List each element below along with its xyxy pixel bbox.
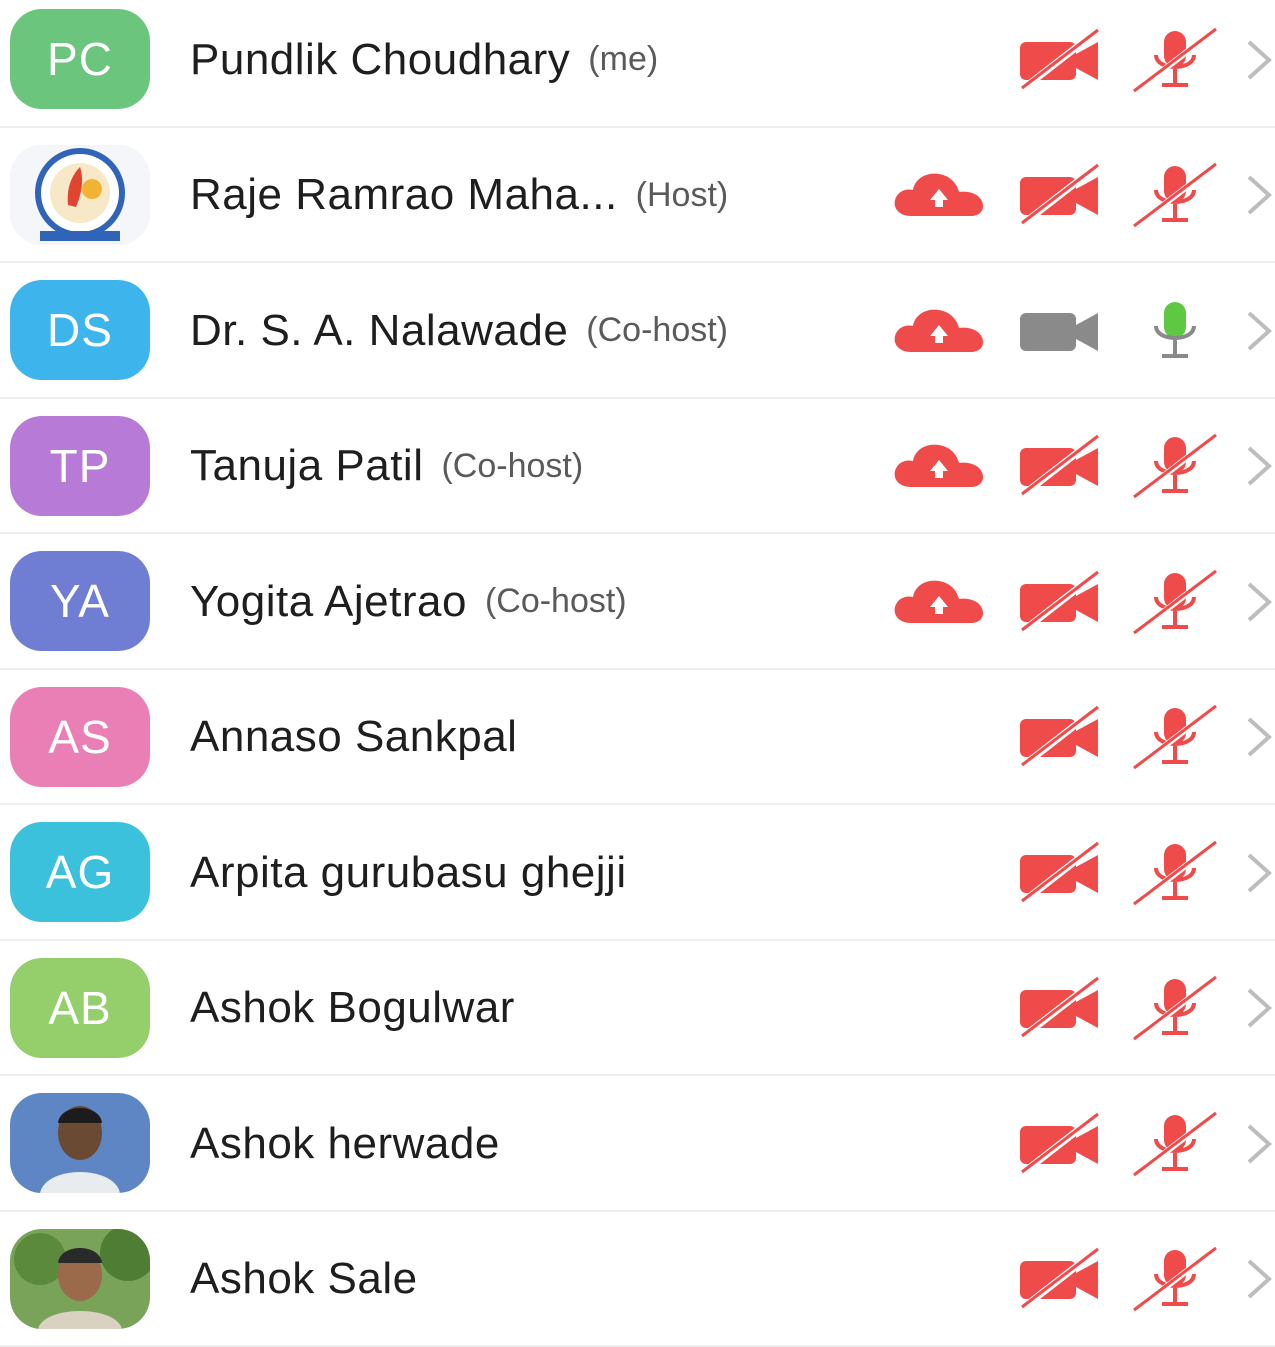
mic-active-icon	[1130, 263, 1220, 398]
video-off-icon	[1015, 1212, 1105, 1347]
participant-role: (Co-host)	[441, 447, 583, 486]
cloud-record-icon	[893, 128, 985, 263]
participant-name-line: Arpita gurubasu ghejji	[190, 805, 627, 940]
participant-name-line: Pundlik Choudhary (me)	[190, 0, 658, 127]
participant-name-line: Annaso Sankpal	[190, 670, 517, 805]
cloud-record-icon	[893, 534, 985, 669]
avatar-initials: AS	[48, 710, 111, 764]
video-icon	[1015, 263, 1105, 398]
participant-name-line: Dr. S. A. Nalawade (Co-host)	[190, 263, 728, 398]
video-off-icon	[1015, 128, 1105, 263]
mic-muted-icon	[1130, 805, 1220, 940]
avatar-initials: PC	[47, 32, 113, 86]
mic-muted-icon	[1130, 1212, 1220, 1347]
avatar-initials: DS	[47, 303, 113, 357]
avatar: TP	[10, 416, 150, 516]
cloud-record-icon	[893, 399, 985, 534]
participants-list: PC Pundlik Choudhary (me) Raje Ramrao Maha.…	[0, 0, 1275, 1347]
video-off-icon	[1015, 1076, 1105, 1211]
mic-muted-icon	[1130, 1076, 1220, 1211]
participant-name: Ashok Sale	[190, 1254, 418, 1304]
video-off-icon	[1015, 670, 1105, 805]
avatar-initials: TP	[50, 439, 111, 493]
avatar: YA	[10, 551, 150, 651]
avatar: AS	[10, 687, 150, 787]
mic-muted-icon	[1130, 941, 1220, 1076]
participant-name: Yogita Ajetrao	[190, 577, 467, 627]
participant-name-line: Tanuja Patil (Co-host)	[190, 399, 583, 534]
video-off-icon	[1015, 0, 1105, 127]
video-off-icon	[1015, 941, 1105, 1076]
avatar	[10, 1093, 150, 1193]
video-off-icon	[1015, 534, 1105, 669]
participant-name: Annaso Sankpal	[190, 712, 517, 762]
chevron-right-icon[interactable]	[1240, 941, 1275, 1076]
avatar	[10, 1229, 150, 1329]
participant-name: Ashok herwade	[190, 1119, 500, 1169]
participant-name-line: Ashok herwade	[190, 1076, 500, 1211]
chevron-right-icon[interactable]	[1240, 128, 1275, 263]
participant-name-line: Raje Ramrao Maha... (Host)	[190, 128, 728, 263]
participant-name-line: Ashok Sale	[190, 1212, 418, 1347]
mic-muted-icon	[1130, 534, 1220, 669]
chevron-right-icon[interactable]	[1240, 1076, 1275, 1211]
participant-name: Pundlik Choudhary	[190, 35, 570, 85]
chevron-right-icon[interactable]	[1240, 670, 1275, 805]
avatar: DS	[10, 280, 150, 380]
cloud-record-icon	[893, 263, 985, 398]
participant-role: (Co-host)	[586, 311, 728, 350]
participant-row[interactable]: PC Pundlik Choudhary (me)	[0, 0, 1275, 128]
participant-row[interactable]: Ashok herwade	[0, 1076, 1275, 1212]
participant-row[interactable]: AG Arpita gurubasu ghejji	[0, 805, 1275, 941]
participant-row[interactable]: Raje Ramrao Maha... (Host)	[0, 128, 1275, 264]
video-off-icon	[1015, 399, 1105, 534]
participant-name: Raje Ramrao Maha...	[190, 170, 618, 220]
avatar: PC	[10, 9, 150, 109]
participant-role: (Host)	[636, 176, 729, 215]
participant-row[interactable]: DS Dr. S. A. Nalawade (Co-host)	[0, 263, 1275, 399]
participant-row[interactable]: AB Ashok Bogulwar	[0, 941, 1275, 1077]
mic-muted-icon	[1130, 0, 1220, 127]
participant-name: Arpita gurubasu ghejji	[190, 848, 627, 898]
chevron-right-icon[interactable]	[1240, 0, 1275, 127]
mic-muted-icon	[1130, 128, 1220, 263]
participant-row[interactable]: YA Yogita Ajetrao (Co-host)	[0, 534, 1275, 670]
chevron-right-icon[interactable]	[1240, 399, 1275, 534]
participant-name: Ashok Bogulwar	[190, 983, 515, 1033]
participant-row[interactable]: Ashok Sale	[0, 1212, 1275, 1347]
chevron-right-icon[interactable]	[1240, 534, 1275, 669]
mic-muted-icon	[1130, 399, 1220, 534]
chevron-right-icon[interactable]	[1240, 263, 1275, 398]
avatar: AG	[10, 822, 150, 922]
participant-name-line: Yogita Ajetrao (Co-host)	[190, 534, 627, 669]
participant-row[interactable]: TP Tanuja Patil (Co-host)	[0, 399, 1275, 535]
participant-row[interactable]: AS Annaso Sankpal	[0, 670, 1275, 806]
avatar	[10, 145, 150, 245]
participant-name: Tanuja Patil	[190, 441, 423, 491]
chevron-right-icon[interactable]	[1240, 805, 1275, 940]
avatar-initials: AB	[48, 981, 111, 1035]
participant-name-line: Ashok Bogulwar	[190, 941, 515, 1076]
mic-muted-icon	[1130, 670, 1220, 805]
avatar-initials: AG	[46, 845, 114, 899]
participant-role: (me)	[588, 40, 658, 79]
video-off-icon	[1015, 805, 1105, 940]
avatar: AB	[10, 958, 150, 1058]
avatar-initials: YA	[50, 574, 110, 628]
participant-name: Dr. S. A. Nalawade	[190, 306, 568, 356]
chevron-right-icon[interactable]	[1240, 1212, 1275, 1347]
participant-role: (Co-host)	[485, 582, 627, 621]
